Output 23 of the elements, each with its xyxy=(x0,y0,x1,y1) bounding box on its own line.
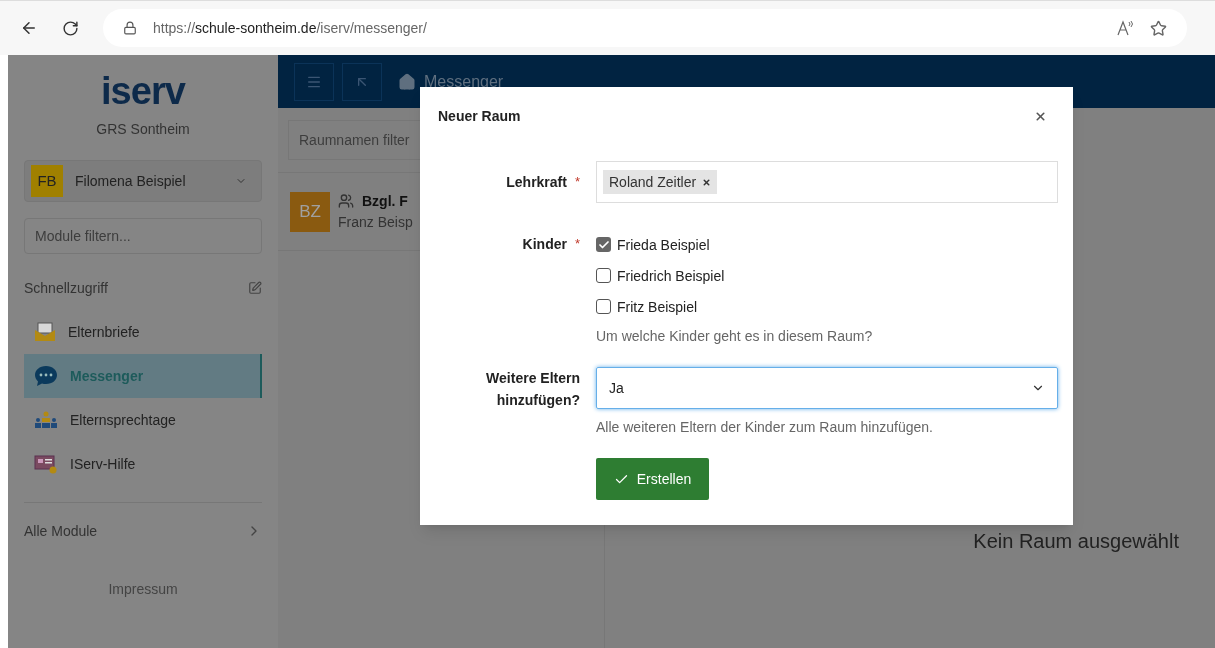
url-text: https://schule-sontheim.de/iserv/messenger/ xyxy=(153,18,428,38)
logo: iserv xyxy=(101,71,185,111)
field-label: Kinder xyxy=(522,234,567,254)
dialog-title: Neuer Raum xyxy=(438,106,521,126)
room-initials-avatar: BZ xyxy=(290,191,330,232)
required-mark: * xyxy=(574,235,580,254)
quick-access-heading: Schnellzugriff xyxy=(24,278,108,298)
checkbox-label: Friedrich Beispiel xyxy=(617,267,725,286)
help-text: Um welche Kinder geht es in diesem Raum? xyxy=(596,327,874,346)
checkbox-label: Fritz Beispiel xyxy=(617,298,698,317)
user-initials-avatar: FB xyxy=(31,165,63,197)
field-label: Lehrkraft xyxy=(506,172,567,192)
breadcrumb: Messenger xyxy=(424,71,504,92)
room-subtitle: Franz Beisp xyxy=(338,212,413,232)
help-text: Alle weiteren Eltern der Kinder zum Raum hinzufügen. xyxy=(596,418,934,437)
teacher-tag: Roland Zeitler xyxy=(603,170,718,194)
user-name: Filomena Beispiel xyxy=(75,171,187,191)
field-label: Weitere Eltern hinzufügen? xyxy=(485,369,580,410)
required-mark: * xyxy=(574,173,580,192)
school-name: GRS Sontheim xyxy=(96,120,190,139)
checkbox-label: Frieda Beispiel xyxy=(617,236,710,255)
empty-state-text: Kein Raum ausgewählt xyxy=(973,529,1179,554)
room-title: Bzgl. F xyxy=(362,191,408,211)
